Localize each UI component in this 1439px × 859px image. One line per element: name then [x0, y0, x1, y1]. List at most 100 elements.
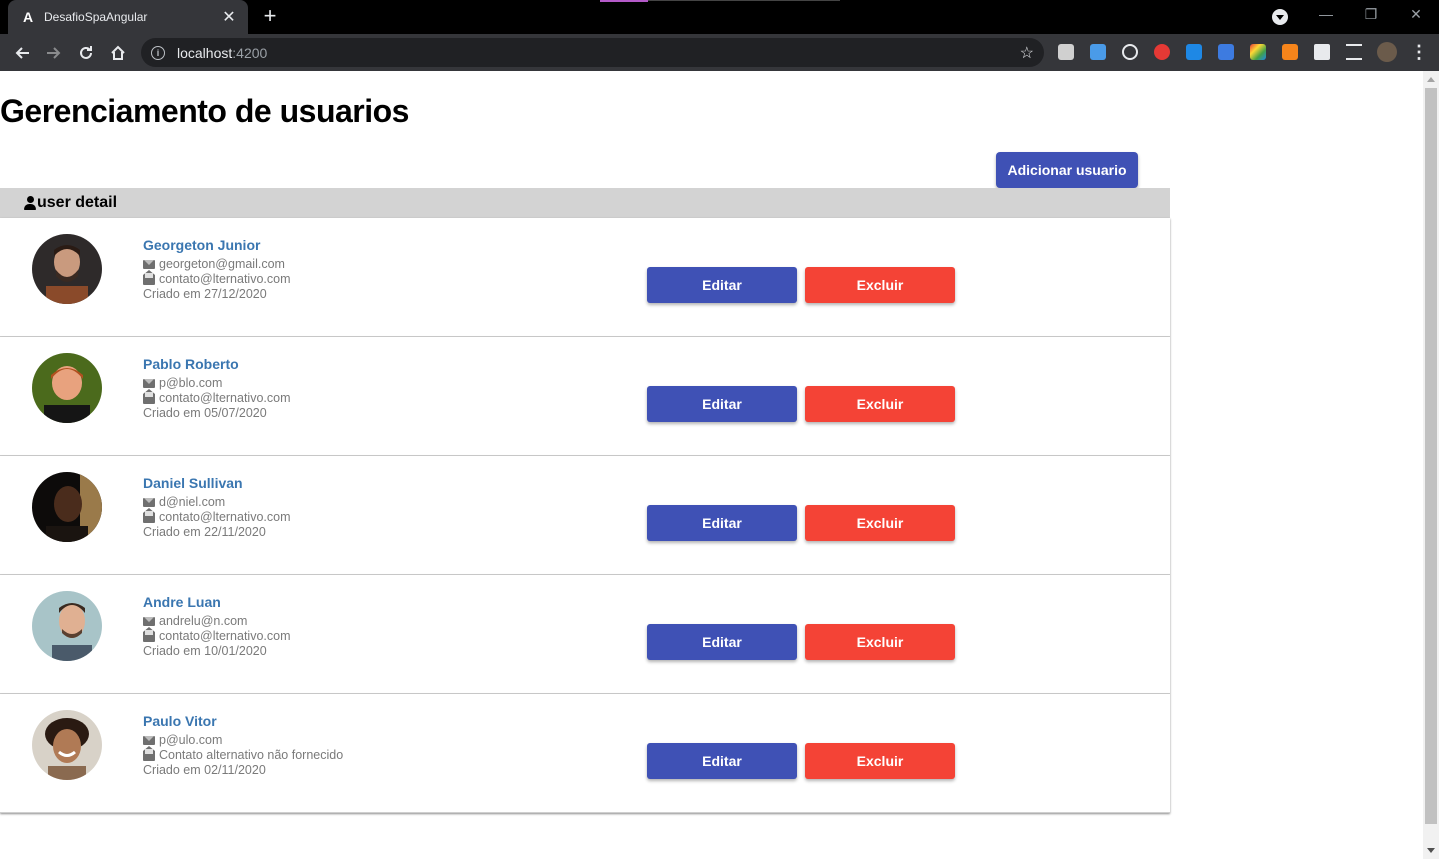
url-port: :4200: [232, 44, 268, 61]
user-email-line: p@ulo.com: [143, 733, 222, 747]
edit-user-button[interactable]: Editar: [647, 743, 797, 779]
scroll-down-arrow-icon[interactable]: [1427, 848, 1435, 853]
close-tab-icon[interactable]: ✕: [220, 7, 238, 27]
bookmark-star-icon[interactable]: ☆: [1020, 43, 1034, 63]
reload-icon[interactable]: [73, 40, 99, 66]
envelope-open-icon: [143, 508, 155, 523]
envelope-open-icon: [143, 746, 155, 761]
user-card: Andre Luan andrelu@n.com contato@lternat…: [0, 575, 1170, 694]
user-icon: [24, 196, 36, 210]
user-avatar: [32, 353, 102, 423]
user-created-date: Criado em 10/01/2020: [143, 644, 267, 658]
user-created-date: Criado em 27/12/2020: [143, 287, 267, 301]
tab-search-icon[interactable]: [1272, 9, 1288, 25]
browser-menu-icon[interactable]: ⋮: [1410, 42, 1428, 63]
delete-user-button[interactable]: Excluir: [805, 743, 955, 779]
user-name[interactable]: Daniel Sullivan: [143, 475, 243, 491]
back-icon[interactable]: [9, 40, 35, 66]
delete-user-button[interactable]: Excluir: [805, 505, 955, 541]
envelope-icon: [143, 497, 155, 507]
close-window-icon[interactable]: ✕: [1406, 6, 1426, 23]
user-name[interactable]: Pablo Roberto: [143, 356, 239, 372]
envelope-icon: [143, 735, 155, 745]
extension-color-icon[interactable]: [1250, 44, 1266, 60]
url-host: localhost: [177, 44, 233, 61]
tab-strip-indicator: [600, 0, 648, 2]
page-content: Gerenciamento de usuarios Adicionar usua…: [0, 71, 1423, 859]
angular-favicon-icon: A: [22, 9, 34, 25]
user-card: Paulo Vitor p@ulo.com Contato alternativ…: [0, 694, 1170, 813]
user-alt-contact-line: contato@lternativo.com: [143, 389, 291, 405]
envelope-icon: [143, 616, 155, 626]
user-email: p@blo.com: [159, 376, 223, 390]
tab-title: DesafioSpaAngular: [44, 10, 148, 24]
envelope-open-icon: [143, 270, 155, 285]
list-header-label: user detail: [37, 194, 118, 211]
user-avatar: [32, 710, 102, 780]
forward-icon[interactable]: [41, 40, 67, 66]
user-alt-contact: contato@lternativo.com: [159, 510, 291, 524]
user-created-date: Criado em 05/07/2020: [143, 406, 267, 420]
user-name[interactable]: Georgeton Junior: [143, 237, 260, 253]
user-avatar: [32, 234, 102, 304]
user-alt-contact: Contato alternativo não fornecido: [159, 748, 344, 762]
user-created-date: Criado em 02/11/2020: [143, 763, 266, 777]
profile-avatar-icon[interactable]: [1377, 42, 1397, 62]
browser-tab[interactable]: A DesafioSpaAngular ✕: [8, 0, 248, 34]
edit-user-button[interactable]: Editar: [647, 505, 797, 541]
extension-blue-icon[interactable]: [1186, 44, 1202, 60]
reading-list-icon[interactable]: [1346, 44, 1362, 60]
extensions-puzzle-icon[interactable]: [1314, 44, 1330, 60]
site-info-icon[interactable]: i: [151, 45, 165, 60]
envelope-icon: [143, 378, 155, 388]
user-email-line: georgeton@gmail.com: [143, 257, 285, 271]
user-name[interactable]: Andre Luan: [143, 594, 221, 610]
page-title: Gerenciamento de usuarios: [0, 93, 409, 129]
user-alt-contact-line: contato@lternativo.com: [143, 508, 291, 524]
home-icon[interactable]: [105, 40, 131, 66]
user-alt-contact-line: Contato alternativo não fornecido: [143, 746, 344, 762]
add-user-button[interactable]: Adicionar usuario: [996, 152, 1138, 188]
envelope-open-icon: [143, 389, 155, 404]
envelope-icon: [143, 259, 155, 269]
extension-react-icon[interactable]: [1122, 44, 1138, 60]
minimize-icon[interactable]: —: [1316, 6, 1336, 22]
new-tab-button[interactable]: +: [258, 5, 282, 29]
user-list: Georgeton Junior georgeton@gmail.com con…: [0, 218, 1170, 813]
user-email-line: andrelu@n.com: [143, 614, 247, 628]
user-alt-contact-line: contato@lternativo.com: [143, 627, 291, 643]
extension-stop-icon[interactable]: [1154, 44, 1170, 60]
user-avatar: [32, 472, 102, 542]
restore-icon[interactable]: ❐: [1361, 6, 1381, 23]
tab-strip-line: [648, 0, 840, 1]
extension-screenshot-icon[interactable]: [1058, 44, 1074, 60]
edit-user-button[interactable]: Editar: [647, 624, 797, 660]
scroll-up-arrow-icon[interactable]: [1427, 77, 1435, 82]
user-card: Georgeton Junior georgeton@gmail.com con…: [0, 218, 1170, 337]
user-created-date: Criado em 22/11/2020: [143, 525, 266, 539]
user-email-line: p@blo.com: [143, 376, 222, 390]
extension-fi-icon[interactable]: [1090, 44, 1106, 60]
user-alt-contact: contato@lternativo.com: [159, 629, 291, 643]
scroll-thumb[interactable]: [1425, 88, 1437, 824]
user-email: p@ulo.com: [159, 733, 223, 747]
extension-forward-icon[interactable]: [1218, 44, 1234, 60]
delete-user-button[interactable]: Excluir: [805, 624, 955, 660]
page-scrollbar[interactable]: [1423, 71, 1439, 859]
user-avatar: [32, 591, 102, 661]
envelope-open-icon: [143, 627, 155, 642]
browser-toolbar: i localhost:4200 ☆ ⋮: [0, 34, 1439, 71]
edit-user-button[interactable]: Editar: [647, 386, 797, 422]
browser-tab-bar: A DesafioSpaAngular ✕ + — ❐ ✕: [0, 0, 1439, 34]
edit-user-button[interactable]: Editar: [647, 267, 797, 303]
user-name[interactable]: Paulo Vitor: [143, 713, 217, 729]
delete-user-button[interactable]: Excluir: [805, 386, 955, 422]
extension-metamask-icon[interactable]: [1282, 44, 1298, 60]
user-alt-contact-line: contato@lternativo.com: [143, 270, 291, 286]
user-email: d@niel.com: [159, 495, 226, 509]
user-email: andrelu@n.com: [159, 614, 248, 628]
address-bar[interactable]: i localhost:4200 ☆: [141, 38, 1044, 67]
user-card: Daniel Sullivan d@niel.com contato@ltern…: [0, 456, 1170, 575]
delete-user-button[interactable]: Excluir: [805, 267, 955, 303]
user-email: georgeton@gmail.com: [159, 257, 285, 271]
